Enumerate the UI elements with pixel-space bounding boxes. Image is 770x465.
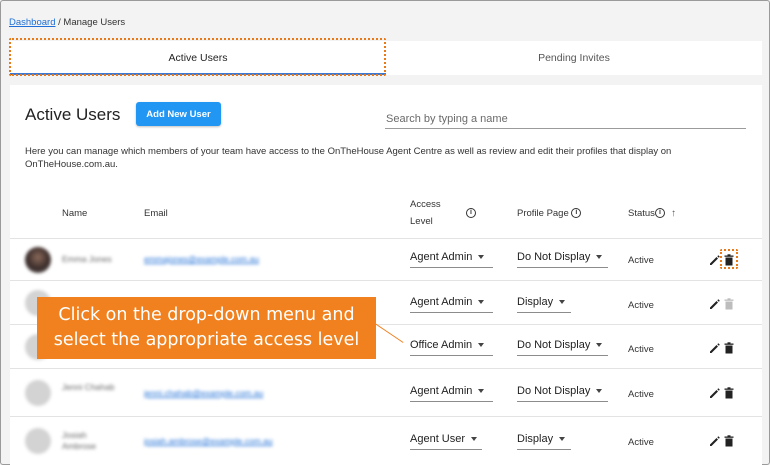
breadcrumb: Dashboard / Manage Users: [9, 17, 125, 28]
profile-page-value: Do Not Display: [517, 385, 591, 397]
access-level-value: Agent Admin: [410, 296, 473, 308]
status-info-icon[interactable]: i: [654, 208, 665, 219]
trash-icon[interactable]: [723, 254, 735, 266]
trash-icon[interactable]: [723, 387, 735, 399]
access-level-value: Office Admin: [410, 339, 473, 351]
profile-page-select[interactable]: Do Not Display: [517, 339, 608, 356]
caret-down-icon: [559, 437, 566, 442]
add-new-user-button[interactable]: Add New User: [136, 102, 221, 126]
table-row: Jenni Chahab jenni.chahab@example.com.au…: [10, 368, 762, 416]
table-row: Emma Jones emmajones@example.com.au Agen…: [10, 238, 762, 280]
profile-page-value: Do Not Display: [517, 339, 591, 351]
page-description: Here you can manage which members of you…: [25, 146, 672, 170]
column-header-profile-page-label: Profile Page: [517, 208, 569, 219]
caret-down-icon: [478, 255, 485, 260]
profile-page-select[interactable]: Do Not Display: [517, 251, 608, 268]
user-email[interactable]: josiah.ambrose@example.com.au: [144, 436, 273, 446]
access-level-select[interactable]: Agent Admin: [410, 385, 493, 402]
caret-down-icon: [478, 343, 485, 348]
instruction-callout: Click on the drop-down menu and select t…: [37, 297, 376, 359]
user-email[interactable]: emmajones@example.com.au: [144, 254, 259, 264]
breadcrumb-dashboard-link[interactable]: Dashboard: [9, 17, 55, 28]
profile-page-info-icon[interactable]: i: [571, 208, 582, 219]
tab-pending-invites[interactable]: Pending Invites: [386, 41, 762, 75]
edit-pencil-icon[interactable]: [709, 435, 721, 447]
access-level-value: Agent Admin: [410, 385, 473, 397]
edit-pencil-icon[interactable]: [709, 254, 721, 266]
caret-down-icon: [596, 255, 603, 260]
column-header-name: Name: [62, 208, 88, 219]
access-level-info-icon[interactable]: i: [466, 208, 476, 218]
trash-icon-disabled: [724, 298, 734, 310]
table-row: Josiah Ambrose josiah.ambrose@example.co…: [10, 416, 762, 465]
profile-page-select[interactable]: Display: [517, 433, 571, 450]
avatar: [25, 247, 51, 273]
caret-down-icon: [596, 343, 603, 348]
caret-down-icon: [596, 389, 603, 394]
caret-down-icon: [471, 437, 478, 442]
edit-pencil-icon[interactable]: [709, 387, 721, 399]
caret-down-icon: [478, 389, 485, 394]
status-text: Active: [628, 389, 654, 400]
page-title: Active Users: [25, 105, 121, 124]
callout-line-2: select the appropriate access level: [53, 330, 360, 350]
status-text: Active: [628, 437, 654, 448]
breadcrumb-separator: /: [58, 17, 61, 28]
access-level-value: Agent User: [410, 433, 466, 445]
callout-line-1: Click on the drop-down menu and: [58, 305, 355, 325]
breadcrumb-current: Manage Users: [63, 17, 126, 28]
avatar: [25, 380, 51, 406]
trash-icon[interactable]: [723, 435, 735, 447]
caret-down-icon: [559, 300, 566, 305]
column-header-email: Email: [144, 208, 168, 219]
user-name: Jenni Chahab: [62, 382, 115, 392]
search-input[interactable]: [385, 109, 746, 129]
access-level-select[interactable]: Agent User: [410, 433, 482, 450]
access-level-select[interactable]: Agent Admin: [410, 296, 493, 313]
edit-pencil-icon[interactable]: [709, 342, 721, 354]
avatar: [25, 428, 51, 454]
access-level-select[interactable]: Agent Admin: [410, 251, 493, 268]
access-level-select[interactable]: Office Admin: [410, 339, 493, 356]
user-name: Josiah Ambrose: [62, 430, 97, 451]
column-header-access-level-line1: Access: [410, 199, 441, 210]
trash-icon[interactable]: [723, 342, 735, 354]
column-header-profile-page: Profile Page i: [517, 208, 582, 219]
column-header-access-level-line2: Level: [410, 216, 433, 227]
status-text: Active: [628, 300, 654, 311]
caret-down-icon: [478, 300, 485, 305]
profile-page-value: Display: [517, 296, 554, 308]
profile-page-select[interactable]: Do Not Display: [517, 385, 608, 402]
active-users-panel: Active Users Add New User Here you can m…: [10, 85, 762, 465]
column-header-status: Status i ↑: [628, 208, 676, 219]
tab-active-users[interactable]: Active Users: [10, 41, 386, 75]
profile-page-value: Do Not Display: [517, 251, 591, 263]
profile-page-select[interactable]: Display: [517, 296, 571, 313]
status-text: Active: [628, 344, 654, 355]
user-email[interactable]: jenni.chahab@example.com.au: [144, 388, 263, 398]
access-level-value: Agent Admin: [410, 251, 473, 263]
status-text: Active: [628, 255, 654, 266]
tab-bar: Active Users Pending Invites: [10, 41, 762, 75]
edit-pencil-icon[interactable]: [709, 298, 721, 310]
user-name: Emma Jones: [62, 254, 112, 264]
profile-page-value: Display: [517, 433, 554, 445]
column-header-status-label: Status: [628, 208, 655, 219]
sort-arrow-up-icon[interactable]: ↑: [671, 208, 676, 219]
